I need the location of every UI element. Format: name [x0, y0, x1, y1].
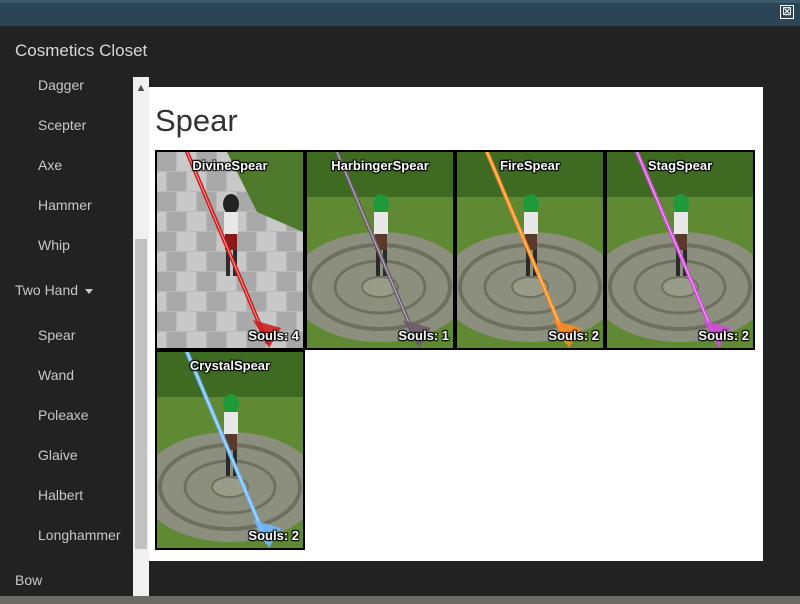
spear-preview-image — [457, 152, 603, 348]
game-background-strip — [0, 596, 800, 604]
sidebar-item-spear[interactable]: Spear — [38, 327, 75, 343]
sidebar-item-poleaxe[interactable]: Poleaxe — [38, 407, 89, 423]
scroll-up-icon[interactable]: ▲ — [133, 77, 149, 99]
cosmetic-card-firespear[interactable]: FireSpear Souls: 2 — [455, 150, 605, 350]
scrollbar-thumb[interactable] — [135, 239, 147, 549]
sidebar-item-axe[interactable]: Axe — [38, 157, 62, 173]
souls-cost: Souls: 2 — [248, 528, 299, 543]
sidebar-item-wand[interactable]: Wand — [38, 367, 74, 383]
sidebar-group-two-hand[interactable]: Two Hand — [15, 282, 94, 298]
cosmetic-name: DivineSpear — [192, 158, 268, 173]
cosmetic-name: FireSpear — [500, 158, 560, 173]
category-sidebar: Dagger Scepter Axe Hammer Whip Two Hand … — [0, 70, 133, 604]
sidebar-item-hammer[interactable]: Hammer — [38, 197, 92, 213]
page-title: Spear — [155, 103, 238, 138]
caret-down-icon — [85, 288, 94, 294]
title-bar — [0, 0, 800, 26]
sidebar-item-longhammer[interactable]: Longhammer — [38, 527, 121, 543]
sidebar-item-scepter[interactable]: Scepter — [38, 117, 86, 133]
window-title: Cosmetics Closet — [15, 41, 148, 60]
right-margin — [763, 87, 800, 561]
sidebar-scrollbar[interactable]: ▲ — [133, 77, 149, 604]
content-panel: Spear DivineSpear Souls: 4 HarbingerSpea… — [149, 87, 763, 561]
cosmetic-name: CrystalSpear — [189, 358, 271, 373]
souls-cost: Souls: 4 — [248, 328, 299, 343]
sidebar-item-glaive[interactable]: Glaive — [38, 447, 78, 463]
sidebar-group-label: Two Hand — [15, 282, 79, 298]
close-button[interactable]: ⊠ — [780, 5, 794, 19]
sidebar-item-whip[interactable]: Whip — [38, 237, 70, 253]
souls-cost: Souls: 2 — [698, 328, 749, 343]
cosmetic-name: HarbingerSpear — [331, 158, 429, 173]
souls-cost: Souls: 2 — [548, 328, 599, 343]
title-bar-edge — [0, 0, 800, 3]
sidebar-item-halbert[interactable]: Halbert — [38, 487, 83, 503]
sidebar-item-bow[interactable]: Bow — [15, 572, 42, 588]
cosmetic-name: StagSpear — [647, 158, 713, 173]
cosmetics-window: Cosmetics Closet Dagger Scepter Axe Hamm… — [0, 26, 800, 604]
souls-cost: Souls: 1 — [398, 328, 449, 343]
spear-preview-image — [607, 152, 753, 348]
cosmetic-card-harbingerspear[interactable]: HarbingerSpear Souls: 1 — [305, 150, 455, 350]
sidebar-item-dagger[interactable]: Dagger — [38, 77, 84, 93]
spear-preview-image — [157, 352, 303, 548]
cosmetic-card-divinespear[interactable]: DivineSpear Souls: 4 — [155, 150, 305, 350]
spear-preview-image — [307, 152, 453, 348]
cosmetic-card-crystalspear[interactable]: CrystalSpear Souls: 2 — [155, 350, 305, 550]
cosmetic-card-stagspear[interactable]: StagSpear Souls: 2 — [605, 150, 755, 350]
spear-preview-image — [157, 152, 303, 348]
